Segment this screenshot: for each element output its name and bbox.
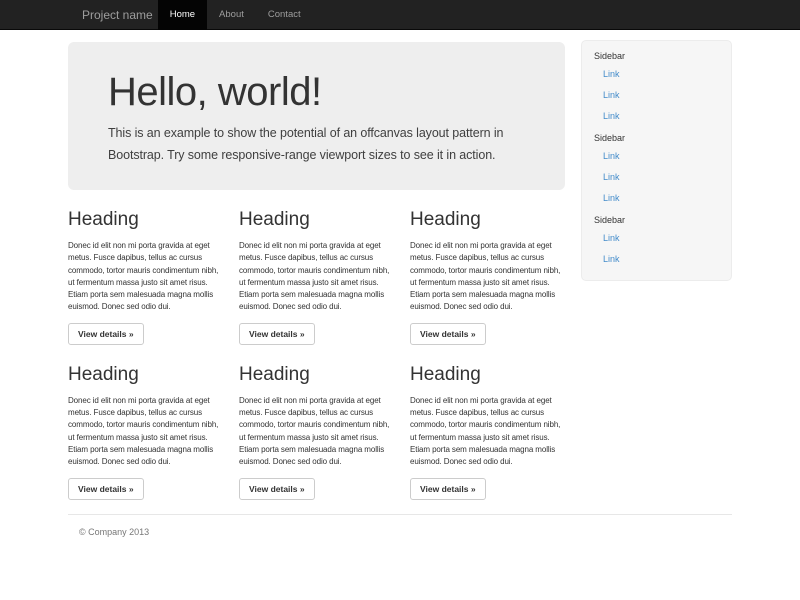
view-details-button[interactable]: View details » — [68, 323, 144, 345]
card-body-text: Donec id elit non mi porta gravida at eg… — [239, 395, 394, 469]
sidebar-panel: Sidebar Link Link Link Sidebar Link Link… — [581, 40, 732, 281]
card-body-text: Donec id elit non mi porta gravida at eg… — [410, 395, 565, 469]
sidebar-group: Sidebar Link Link Link — [582, 45, 731, 127]
sidebar-column: Sidebar Link Link Link Sidebar Link Link… — [573, 30, 740, 281]
card-heading: Heading — [410, 364, 565, 386]
card-body-text: Donec id elit non mi porta gravida at eg… — [68, 240, 223, 314]
jumbotron-description: This is an example to show the potential… — [108, 122, 525, 166]
cards-row-2: Heading Donec id elit non mi porta gravi… — [60, 345, 573, 500]
sidebar-group-title: Sidebar — [582, 127, 731, 146]
navbar: Project name Home About Contact — [0, 0, 800, 30]
content-row: Hello, world! This is an example to show… — [60, 30, 740, 500]
view-details-button[interactable]: View details » — [410, 323, 486, 345]
sidebar-link[interactable]: Link — [582, 64, 731, 85]
main-column: Hello, world! This is an example to show… — [60, 30, 573, 500]
sidebar-link[interactable]: Link — [582, 249, 731, 270]
sidebar-link[interactable]: Link — [582, 106, 731, 127]
sidebar-group: Sidebar Link Link Link — [582, 127, 731, 209]
sidebar-link[interactable]: Link — [582, 167, 731, 188]
view-details-button[interactable]: View details » — [239, 323, 315, 345]
view-details-button[interactable]: View details » — [239, 478, 315, 500]
view-details-button[interactable]: View details » — [68, 478, 144, 500]
content-card: Heading Donec id elit non mi porta gravi… — [60, 345, 231, 500]
navbar-brand[interactable]: Project name — [60, 0, 158, 30]
sidebar-link[interactable]: Link — [582, 85, 731, 106]
sidebar-link[interactable]: Link — [582, 228, 731, 249]
sidebar-link[interactable]: Link — [582, 146, 731, 167]
page-container: Hello, world! This is an example to show… — [60, 30, 740, 537]
sidebar-group-title: Sidebar — [582, 209, 731, 228]
card-heading: Heading — [239, 364, 394, 386]
nav-item-about[interactable]: About — [207, 0, 256, 30]
content-card: Heading Donec id elit non mi porta gravi… — [402, 190, 573, 345]
navbar-container: Project name Home About Contact — [60, 0, 740, 30]
sidebar-group: Sidebar Link Link — [582, 209, 731, 270]
page-footer: © Company 2013 — [68, 514, 732, 537]
card-body-text: Donec id elit non mi porta gravida at eg… — [410, 240, 565, 314]
content-card: Heading Donec id elit non mi porta gravi… — [60, 190, 231, 345]
card-body-text: Donec id elit non mi porta gravida at eg… — [68, 395, 223, 469]
view-details-button[interactable]: View details » — [410, 478, 486, 500]
nav-item-contact[interactable]: Contact — [256, 0, 313, 30]
sidebar-group-title: Sidebar — [582, 45, 731, 64]
sidebar-link[interactable]: Link — [582, 188, 731, 209]
page-title: Hello, world! — [108, 70, 525, 114]
card-heading: Heading — [68, 209, 223, 231]
content-card: Heading Donec id elit non mi porta gravi… — [231, 345, 402, 500]
card-body-text: Donec id elit non mi porta gravida at eg… — [239, 240, 394, 314]
card-heading: Heading — [239, 209, 394, 231]
nav-item-home[interactable]: Home — [158, 0, 207, 30]
copyright-text: © Company 2013 — [68, 527, 732, 537]
content-card: Heading Donec id elit non mi porta gravi… — [402, 345, 573, 500]
card-heading: Heading — [410, 209, 565, 231]
navbar-nav: Home About Contact — [158, 0, 313, 30]
cards-row-1: Heading Donec id elit non mi porta gravi… — [60, 190, 573, 345]
content-card: Heading Donec id elit non mi porta gravi… — [231, 190, 402, 345]
jumbotron: Hello, world! This is an example to show… — [68, 42, 565, 190]
card-heading: Heading — [68, 364, 223, 386]
